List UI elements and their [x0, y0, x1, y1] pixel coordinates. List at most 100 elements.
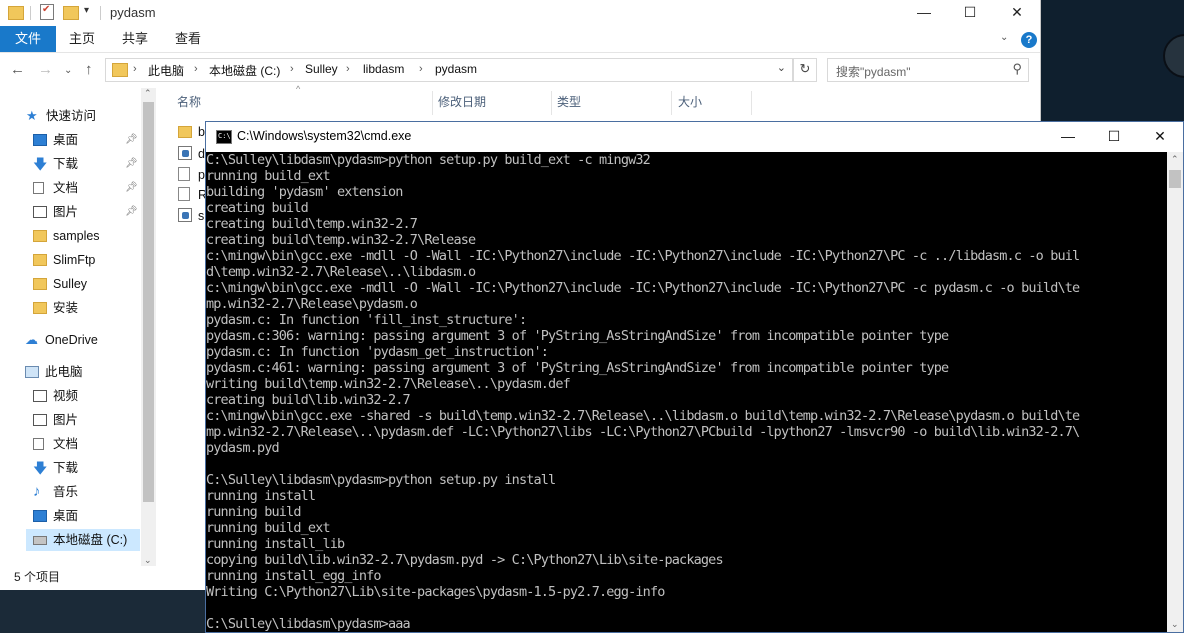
scroll-thumb[interactable] — [143, 102, 154, 502]
pin-icon[interactable]: 📌︎ — [125, 153, 138, 175]
breadcrumb-separator-icon[interactable]: › — [290, 63, 294, 75]
console-scrollbar[interactable]: ⌃ ⌄ — [1167, 152, 1183, 632]
nav-quick-access[interactable]: ★ 快速访问 — [26, 105, 146, 127]
console-line: running install — [206, 488, 316, 504]
nav-item-downloads[interactable]: 🡇 下载 📌︎ — [33, 153, 143, 175]
address-dropdown-icon[interactable]: ⌄ — [777, 61, 786, 74]
expand-ribbon-icon[interactable]: ⌄ — [1000, 32, 1008, 43]
address-bar[interactable]: › 此电脑 › 本地磁盘 (C:) › Sulley › libdasm › p… — [105, 58, 793, 82]
breadcrumb-local-disk[interactable]: 本地磁盘 (C:) — [209, 62, 280, 79]
tab-home[interactable]: 主页 — [62, 26, 102, 52]
desktop-icon — [33, 510, 47, 522]
nav-item-videos[interactable]: 视频 — [33, 385, 138, 407]
nav-pane-scrollbar[interactable]: ⌃ ⌄ — [141, 88, 156, 566]
refresh-icon[interactable]: ↻ — [793, 58, 817, 82]
nav-item-pc-documents[interactable]: 文档 — [33, 433, 138, 455]
properties-icon[interactable] — [40, 4, 54, 20]
nav-this-pc[interactable]: 此电脑 — [25, 361, 140, 383]
nav-item-desktop[interactable]: 桌面 📌︎ — [33, 129, 143, 151]
console-line: Writing C:\Python27\Lib\site-packages\py… — [206, 584, 665, 600]
recent-locations-chevron-icon[interactable]: ⌄ — [64, 65, 72, 76]
scroll-up-icon[interactable]: ⌃ — [1171, 154, 1179, 165]
back-arrow-icon[interactable]: ← — [10, 61, 25, 78]
scroll-down-icon[interactable]: ⌄ — [1171, 619, 1179, 630]
minimize-button[interactable]: — — [901, 0, 947, 26]
new-folder-icon[interactable] — [63, 6, 79, 20]
nav-item-music[interactable]: ♪ 音乐 — [33, 481, 138, 503]
tab-share[interactable]: 共享 — [115, 26, 155, 52]
console-line: building 'pydasm' extension — [206, 184, 403, 200]
breadcrumb-this-pc[interactable]: 此电脑 — [148, 62, 184, 79]
nav-item-pc-pictures[interactable]: 图片 — [33, 409, 138, 431]
folder-icon — [33, 302, 47, 314]
column-header-size[interactable]: 大小 — [678, 91, 702, 113]
python-file-icon — [178, 146, 192, 160]
tab-view[interactable]: 查看 — [168, 26, 208, 52]
pin-icon[interactable]: 📌︎ — [125, 129, 138, 151]
text-file-icon — [178, 187, 190, 201]
pin-icon[interactable]: 📌︎ — [125, 177, 138, 199]
breadcrumb-separator-icon[interactable]: › — [194, 63, 198, 75]
close-button[interactable]: ✕ — [994, 0, 1040, 26]
nav-label: 此电脑 — [45, 365, 83, 379]
column-header-name[interactable]: 名称 — [177, 91, 201, 113]
nav-item-sulley[interactable]: Sulley — [33, 273, 143, 295]
tab-file[interactable]: 文件 — [0, 26, 56, 52]
breadcrumb-separator-icon[interactable]: › — [133, 63, 137, 75]
nav-item-install[interactable]: 安装 — [33, 297, 143, 319]
nav-item-pictures[interactable]: 图片 📌︎ — [33, 201, 143, 223]
breadcrumb-separator-icon[interactable]: › — [419, 63, 423, 75]
maximize-button[interactable]: ☐ — [947, 0, 993, 26]
console-line: running build_ext — [206, 168, 331, 184]
nav-label: 视频 — [53, 389, 79, 403]
breadcrumb-pydasm[interactable]: pydasm — [435, 62, 477, 76]
nav-label: 本地磁盘 (C:) — [53, 533, 128, 547]
scroll-thumb[interactable] — [1169, 170, 1181, 188]
search-box[interactable]: 搜索"pydasm" ⚲ — [827, 58, 1029, 82]
file-row-name[interactable]: d — [198, 147, 205, 161]
nav-item-pc-desktop[interactable]: 桌面 — [33, 505, 138, 527]
nav-label: 桌面 — [53, 509, 79, 523]
console-line: C:\Sulley\libdasm\pydasm>python setup.py… — [206, 152, 651, 168]
column-header-modified[interactable]: 修改日期 — [438, 91, 486, 113]
pin-icon[interactable]: 📌︎ — [125, 201, 138, 223]
forward-arrow-icon[interactable]: → — [38, 61, 53, 78]
cloud-icon: ☁ — [25, 332, 38, 347]
nav-item-slimftp[interactable]: SlimFtp — [33, 249, 143, 271]
folder-icon — [33, 230, 47, 242]
scroll-down-icon[interactable]: ⌄ — [144, 555, 152, 566]
help-icon[interactable]: ? — [1021, 32, 1037, 48]
up-arrow-icon[interactable]: ↑ — [85, 61, 93, 78]
close-button[interactable]: ✕ — [1137, 122, 1183, 152]
file-row-name[interactable]: b — [198, 125, 205, 139]
nav-item-local-disk[interactable]: 本地磁盘 (C:) — [26, 529, 140, 551]
breadcrumb-separator-icon[interactable]: › — [346, 63, 350, 75]
nav-label: 下载 — [53, 157, 79, 171]
nav-label: 文档 — [53, 181, 79, 195]
maximize-button[interactable]: ☐ — [1091, 122, 1137, 152]
folder-icon — [112, 63, 128, 77]
nav-item-samples[interactable]: samples — [33, 225, 143, 247]
breadcrumb-sulley[interactable]: Sulley — [305, 62, 338, 76]
search-icon[interactable]: ⚲ — [1012, 61, 1022, 77]
nav-label: Sulley — [53, 277, 88, 291]
nav-item-pc-downloads[interactable]: 🡇 下载 — [33, 457, 138, 479]
breadcrumb-libdasm[interactable]: libdasm — [363, 62, 404, 76]
desktop-icon — [33, 134, 47, 146]
nav-onedrive[interactable]: ☁ OneDrive — [25, 329, 140, 351]
file-row-name[interactable]: s — [198, 209, 204, 223]
scroll-up-icon[interactable]: ⌃ — [144, 88, 152, 99]
console-line: c:\mingw\bin\gcc.exe -mdll -O -Wall -IC:… — [206, 280, 1080, 296]
console-line: writing build\temp.win32-2.7\Release\..\… — [206, 376, 571, 392]
folder-icon — [33, 278, 47, 290]
minimize-button[interactable]: — — [1045, 122, 1091, 152]
nav-item-documents[interactable]: 文档 📌︎ — [33, 177, 143, 199]
column-header-type[interactable]: 类型 — [557, 91, 581, 113]
document-icon — [33, 438, 44, 450]
quick-access-dropdown-icon[interactable]: ▾ — [84, 5, 98, 21]
console-line: mp.win32-2.7\Release\..\pydasm.def -LC:\… — [206, 424, 1080, 440]
console-output[interactable]: C:\Sulley\libdasm\pydasm>python setup.py… — [206, 152, 1167, 632]
file-row-name[interactable]: p — [198, 168, 205, 182]
sort-ascending-icon: ^ — [296, 84, 301, 94]
